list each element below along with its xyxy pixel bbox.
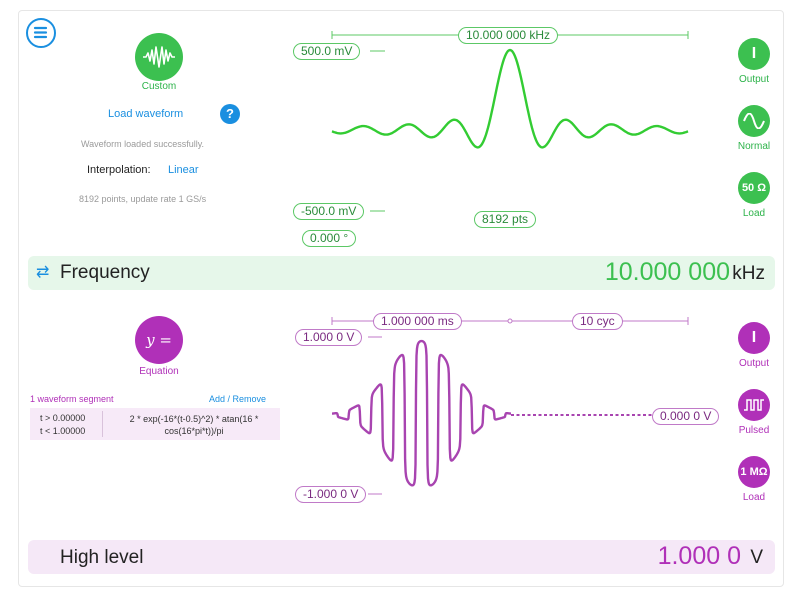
load-label: Load xyxy=(742,208,766,219)
output-toggle-button-bottom[interactable]: I xyxy=(738,322,770,354)
load-waveform-link[interactable]: Load waveform xyxy=(108,108,183,120)
frequency-pill[interactable]: 10.000 000 kHz xyxy=(458,27,559,44)
pulse-icon xyxy=(744,399,764,411)
power-icon: I xyxy=(751,45,757,62)
load-impedance-button-bottom[interactable]: 1 MΩ xyxy=(738,456,770,488)
equation-type-label: Equation xyxy=(139,366,179,377)
high-level-unit: V xyxy=(750,547,763,568)
equation-waveform-button[interactable]: y = xyxy=(135,316,183,364)
frequency-bar[interactable]: ⇄ Frequency 10.000 000 kHz xyxy=(28,256,775,290)
interpolation-label: Interpolation: xyxy=(87,164,151,176)
mode-button[interactable] xyxy=(738,105,770,137)
frequency-unit: kHz xyxy=(732,263,765,284)
add-remove-link[interactable]: Add / Remove xyxy=(209,394,266,404)
output-toggle-button[interactable]: I xyxy=(738,38,770,70)
cycles-pill[interactable]: 10 cyc xyxy=(572,313,623,330)
frequency-label: Frequency xyxy=(60,262,150,283)
interpolation-select[interactable]: Linear xyxy=(168,164,199,176)
phase-pill[interactable]: 0.000 ° xyxy=(302,230,357,247)
t-start: t > 0.00000 xyxy=(40,413,86,423)
sine-wave-icon xyxy=(743,113,765,129)
pulsed-mode-button[interactable] xyxy=(738,389,770,421)
period-pill[interactable]: 1.000 000 ms xyxy=(373,313,462,330)
segment-count-text: 1 waveform segment xyxy=(30,394,114,404)
burst-trace xyxy=(331,339,512,487)
mode-label: Normal xyxy=(737,141,771,152)
help-icon: ? xyxy=(226,106,234,121)
high-level-label: High level xyxy=(60,547,144,568)
equation-text: 2 * exp(-16*(t-0.5)^2) * atan(16 * cos(1… xyxy=(129,414,259,436)
points-pill[interactable]: 8192 pts xyxy=(474,211,537,228)
menu-button[interactable] xyxy=(26,18,56,48)
high-level-pill[interactable]: 500.0 mV xyxy=(293,43,361,60)
waveform-type-label: Custom xyxy=(141,81,177,92)
t-end: t < 1.00000 xyxy=(40,426,86,436)
segment-divider xyxy=(102,411,103,437)
high-level-pill-bottom[interactable]: 1.000 0 V xyxy=(295,329,363,346)
power-icon: I xyxy=(751,329,757,346)
load-label-bottom: Load xyxy=(742,492,766,503)
load-status-text: Waveform loaded successfully. xyxy=(81,139,205,149)
segment-row[interactable]: t > 0.00000 t < 1.00000 2 * exp(-16*(t-0… xyxy=(30,408,280,440)
frequency-value: 10.000 000 xyxy=(604,258,730,286)
pulsed-label: Pulsed xyxy=(738,425,770,436)
idle-level-pill[interactable]: 0.000 0 V xyxy=(652,408,720,425)
output-label: Output xyxy=(738,74,770,85)
high-level-value: 1.000 0 xyxy=(657,542,741,570)
low-level-pill-bottom[interactable]: -1.000 0 V xyxy=(295,486,367,503)
swap-arrows-icon[interactable]: ⇄ xyxy=(36,262,49,282)
help-button[interactable]: ? xyxy=(220,104,240,124)
points-info-text: 8192 points, update rate 1 GS/s xyxy=(79,194,207,204)
sinc-trace xyxy=(331,48,689,149)
low-level-pill[interactable]: -500.0 mV xyxy=(293,203,365,220)
high-level-bar[interactable]: High level 1.000 0 V xyxy=(28,540,775,574)
load-impedance-button[interactable]: 50 Ω xyxy=(738,172,770,204)
menu-icon xyxy=(33,26,48,39)
custom-waveform-button[interactable] xyxy=(135,33,183,81)
sinc-waveform-icon xyxy=(143,46,175,68)
output-label-bottom: Output xyxy=(738,358,770,369)
equation-icon: y = xyxy=(146,331,172,349)
